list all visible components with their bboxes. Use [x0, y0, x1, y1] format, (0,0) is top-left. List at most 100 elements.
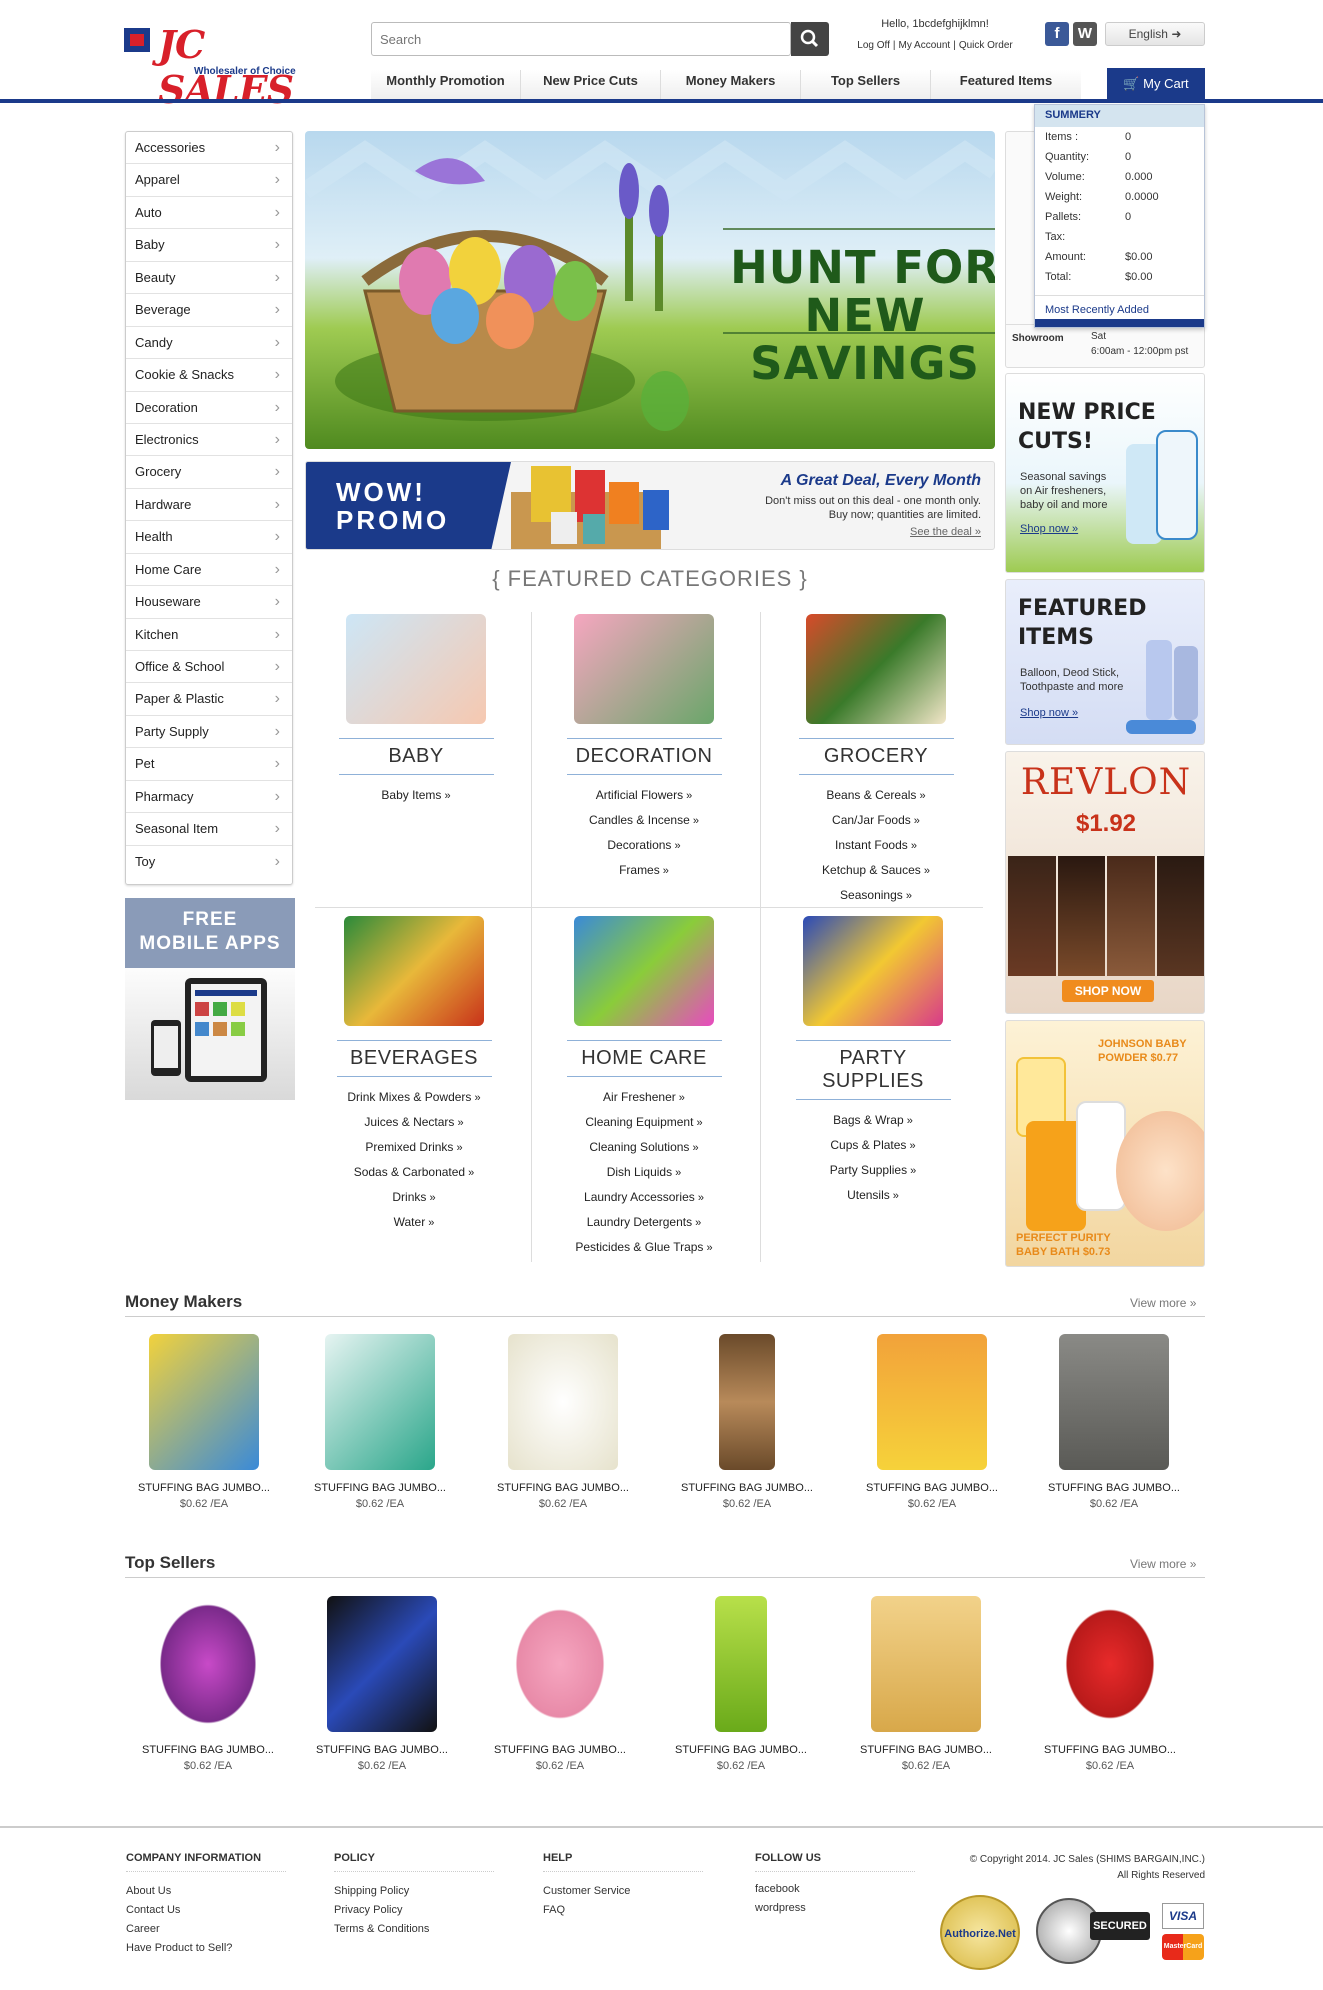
wordpress-icon[interactable]: W [1073, 22, 1097, 46]
subcategory-link[interactable]: Sodas & Carbonated [300, 1160, 528, 1185]
subcategory-link[interactable]: Air Freshener [530, 1085, 758, 1110]
subcategory-link[interactable]: Dish Liquids [530, 1160, 758, 1185]
product-card[interactable]: STUFFING BAG JUMBO... $0.62 /EA [480, 1596, 640, 1772]
product-card[interactable]: STUFFING BAG JUMBO... $0.62 /EA [1030, 1596, 1190, 1772]
johnson-baby-ad[interactable]: JOHNSON BABY POWDER $0.77 PERFECT PURITY… [1005, 1020, 1205, 1267]
sidebar-item-beverage[interactable]: Beverage [126, 294, 292, 327]
subcategory-link[interactable]: Artificial Flowers [530, 783, 758, 808]
facebook-icon[interactable]: f [1045, 22, 1069, 46]
top-sellers-view-more[interactable]: View more » [1130, 1557, 1196, 1571]
sidebar-item-accessories[interactable]: Accessories [126, 132, 292, 165]
sidebar-item-electronics[interactable]: Electronics [126, 424, 292, 457]
featured-category-home-care[interactable]: HOME CARE Air Freshener Cleaning Equipme… [530, 916, 758, 1260]
nav-featured-items[interactable]: Featured Items [931, 70, 1081, 100]
product-card[interactable]: STUFFING BAG JUMBO... $0.62 /EA [846, 1596, 1006, 1772]
sidebar-item-candy[interactable]: Candy [126, 327, 292, 360]
sidebar-item-office-school[interactable]: Office & School [126, 651, 292, 684]
search-button[interactable] [791, 22, 829, 56]
sidebar-item-grocery[interactable]: Grocery [126, 456, 292, 489]
sidebar-item-pharmacy[interactable]: Pharmacy [126, 781, 292, 814]
subcategory-link[interactable]: Laundry Accessories [530, 1185, 758, 1210]
subcategory-link[interactable]: Frames [530, 858, 758, 883]
subcategory-link[interactable]: Ketchup & Sauces [762, 858, 990, 883]
see-the-deal-link[interactable]: See the deal » [866, 526, 981, 538]
footer-link[interactable]: Privacy Policy [334, 1901, 494, 1920]
product-card[interactable]: STUFFING BAG JUMBO... $0.62 /EA [483, 1334, 643, 1510]
product-card[interactable]: STUFFING BAG JUMBO... $0.62 /EA [661, 1596, 821, 1772]
revlon-shop-now-button[interactable]: SHOP NOW [1062, 980, 1154, 1002]
subcategory-link[interactable]: Drink Mixes & Powders [300, 1085, 528, 1110]
sidebar-item-apparel[interactable]: Apparel [126, 164, 292, 197]
subcategory-link[interactable]: Instant Foods [762, 833, 990, 858]
featured-items-shop-link[interactable]: Shop now » [1020, 707, 1078, 719]
featured-category-decoration[interactable]: DECORATION Artificial Flowers Candles & … [530, 614, 758, 883]
subcategory-link[interactable]: Beans & Cereals [762, 783, 990, 808]
featured-category-baby[interactable]: BABY Baby Items [302, 614, 530, 808]
product-card[interactable]: STUFFING BAG JUMBO... $0.62 /EA [1034, 1334, 1194, 1510]
footer-link[interactable]: About Us [126, 1882, 286, 1901]
footer-link[interactable]: Career [126, 1920, 286, 1939]
footer-link[interactable]: Customer Service [543, 1882, 703, 1901]
sidebar-item-hardware[interactable]: Hardware [126, 489, 292, 522]
sidebar-item-cookie-snacks[interactable]: Cookie & Snacks [126, 359, 292, 392]
most-recently-added-link[interactable]: Most Recently Added [1035, 295, 1204, 327]
footer-link[interactable]: Terms & Conditions [334, 1920, 494, 1939]
product-card[interactable]: STUFFING BAG JUMBO... $0.62 /EA [302, 1596, 462, 1772]
subcategory-link[interactable]: Bags & Wrap [759, 1108, 987, 1133]
wow-promo-banner[interactable]: WOW! PROMO A Great Deal, Every Month Don… [305, 461, 995, 550]
sidebar-item-seasonal-item[interactable]: Seasonal Item [126, 813, 292, 846]
nav-monthly-promotion[interactable]: Monthly Promotion [371, 70, 521, 100]
godaddy-secured-badge[interactable]: SECURED [1090, 1912, 1150, 1940]
product-card[interactable]: STUFFING BAG JUMBO... $0.62 /EA [852, 1334, 1012, 1510]
hero-banner[interactable]: HUNT FOR NEW SAVINGS [305, 131, 995, 449]
brand-logo[interactable]: JC SALES Wholesaler of Choice [124, 22, 340, 112]
search-input[interactable] [372, 23, 790, 55]
my-cart-button[interactable]: 🛒 My Cart [1107, 68, 1205, 100]
sidebar-item-baby[interactable]: Baby [126, 229, 292, 262]
quick-order-link[interactable]: Quick Order [956, 40, 1016, 51]
my-account-link[interactable]: My Account [896, 40, 954, 51]
subcategory-link[interactable]: Laundry Detergents [530, 1210, 758, 1235]
sidebar-item-kitchen[interactable]: Kitchen [126, 619, 292, 651]
featured-category-party-supplies[interactable]: PARTY SUPPLIES Bags & Wrap Cups & Plates… [759, 916, 987, 1208]
subcategory-link[interactable]: Can/Jar Foods [762, 808, 990, 833]
language-selector[interactable]: English ➜ [1105, 22, 1205, 46]
product-card[interactable]: STUFFING BAG JUMBO... $0.62 /EA [667, 1334, 827, 1510]
footer-link[interactable]: Have Product to Sell? [126, 1939, 286, 1958]
nav-money-makers[interactable]: Money Makers [661, 70, 801, 100]
nav-top-sellers[interactable]: Top Sellers [801, 70, 931, 100]
authorize-net-seal[interactable]: Authorize.Net [940, 1895, 1020, 1970]
footer-link-wordpress[interactable]: wordpress [755, 1899, 915, 1918]
featured-category-beverages[interactable]: BEVERAGES Drink Mixes & Powders Juices &… [300, 916, 528, 1235]
product-card[interactable]: STUFFING BAG JUMBO... $0.62 /EA [124, 1334, 284, 1510]
subcategory-link[interactable]: Candles & Incense [530, 808, 758, 833]
mobile-apps-banner[interactable]: FREE MOBILE APPS [125, 898, 295, 1100]
subcategory-link[interactable]: Decorations [530, 833, 758, 858]
subcategory-link[interactable]: Premixed Drinks [300, 1135, 528, 1160]
footer-link[interactable]: FAQ [543, 1901, 703, 1920]
sidebar-item-home-care[interactable]: Home Care [126, 554, 292, 587]
product-card[interactable]: STUFFING BAG JUMBO... $0.62 /EA [128, 1596, 288, 1772]
sidebar-item-decoration[interactable]: Decoration [126, 392, 292, 424]
revlon-ad[interactable]: REVLON $1.92 SHOP NOW [1005, 751, 1205, 1014]
subcategory-link[interactable]: Water [300, 1210, 528, 1235]
subcategory-link[interactable]: Drinks [300, 1185, 528, 1210]
sidebar-item-auto[interactable]: Auto [126, 197, 292, 230]
nav-new-price-cuts[interactable]: New Price Cuts [521, 70, 661, 100]
sidebar-item-beauty[interactable]: Beauty [126, 262, 292, 295]
product-card[interactable]: STUFFING BAG JUMBO... $0.62 /EA [300, 1334, 460, 1510]
price-cuts-ad[interactable]: NEW PRICE CUTS! Seasonal savings on Air … [1005, 373, 1205, 573]
featured-category-grocery[interactable]: GROCERY Beans & Cereals Can/Jar Foods In… [762, 614, 990, 908]
subcategory-link[interactable]: Juices & Nectars [300, 1110, 528, 1135]
footer-link[interactable]: Contact Us [126, 1901, 286, 1920]
footer-link[interactable]: Shipping Policy [334, 1882, 494, 1901]
subcategory-link[interactable]: Cleaning Solutions [530, 1135, 758, 1160]
sidebar-item-paper-plastic[interactable]: Paper & Plastic [126, 683, 292, 716]
logoff-link[interactable]: Log Off [854, 40, 893, 51]
sidebar-item-pet[interactable]: Pet [126, 748, 292, 781]
footer-link-facebook[interactable]: facebook [755, 1880, 915, 1899]
subcategory-link[interactable]: Baby Items [302, 783, 530, 808]
money-makers-view-more[interactable]: View more » [1130, 1296, 1196, 1310]
sidebar-item-party-supply[interactable]: Party Supply [126, 716, 292, 749]
sidebar-item-toy[interactable]: Toy [126, 846, 292, 878]
